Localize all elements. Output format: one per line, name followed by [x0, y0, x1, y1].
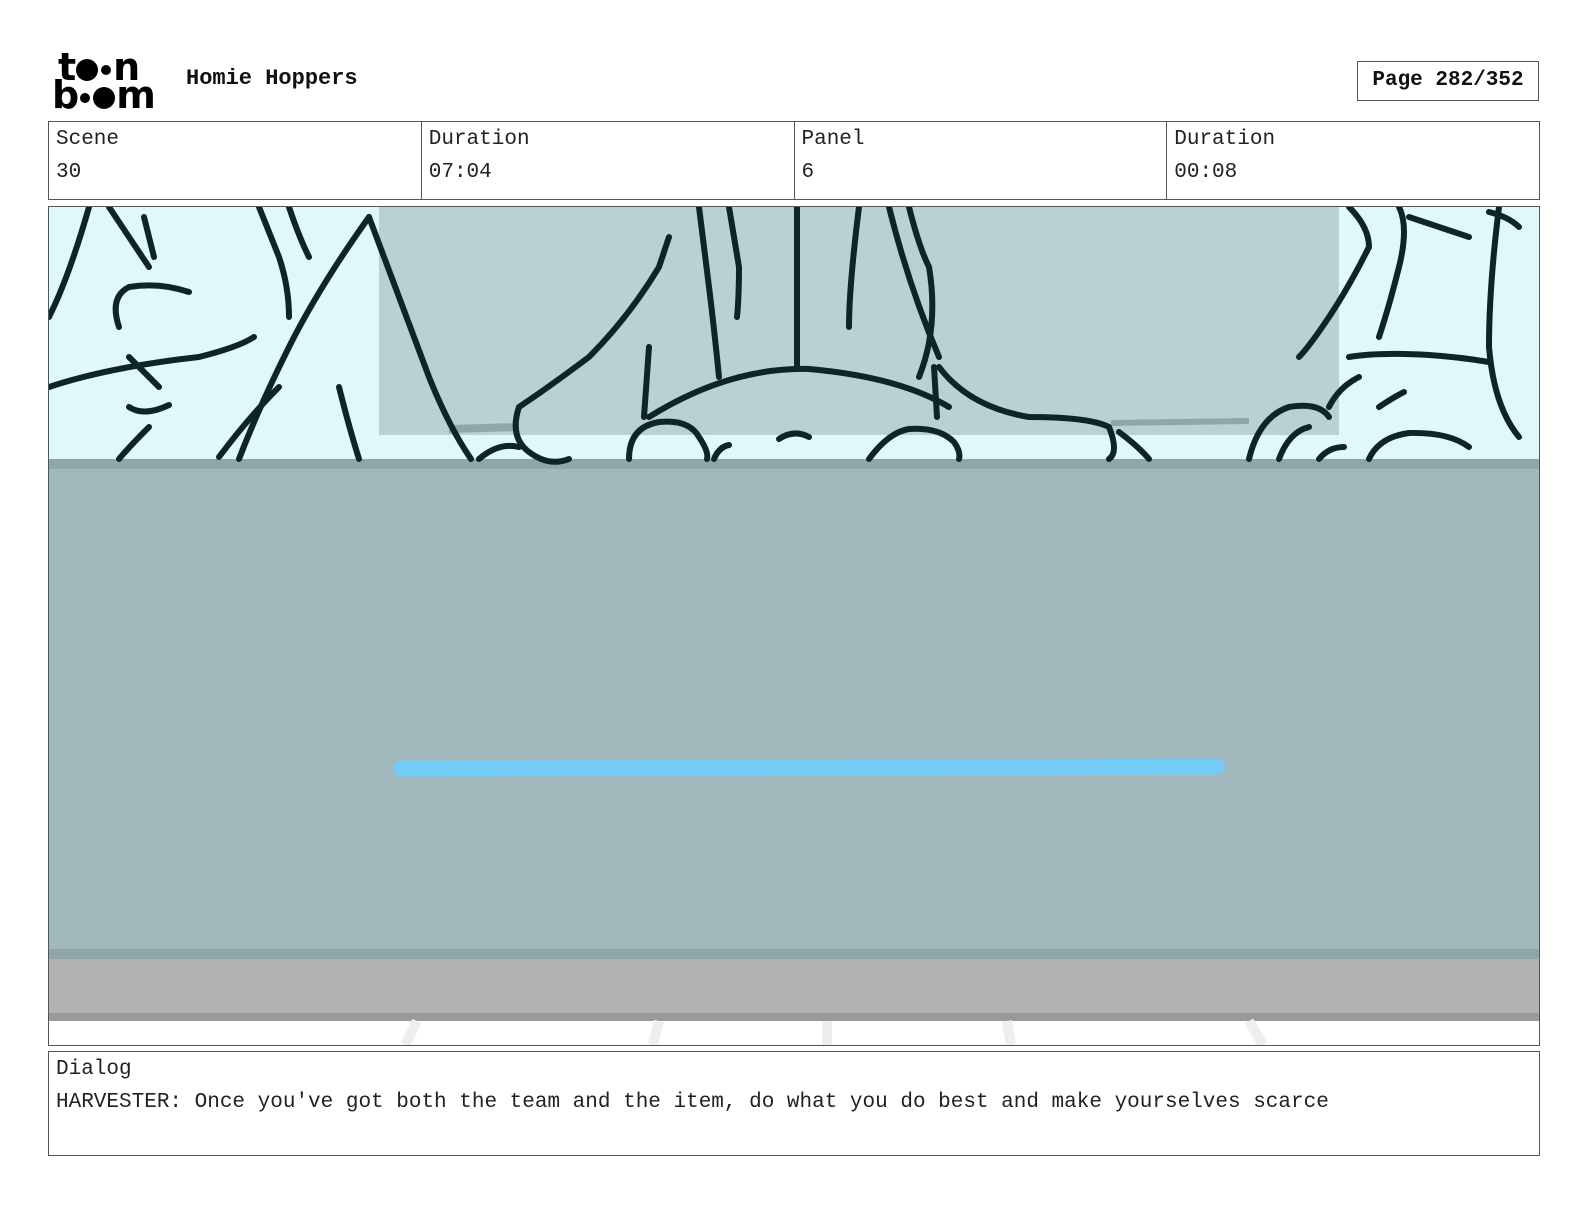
floor-leg-2 — [648, 1019, 664, 1045]
dialog-text: HARVESTER: Once you've got both the team… — [56, 1091, 1329, 1114]
project-title: Homie Hoppers — [186, 66, 358, 91]
counter-top — [49, 459, 1539, 959]
floor-leg-4 — [1002, 1020, 1016, 1045]
scene-info-table: Scene 30 Duration 07:04 Panel 6 Duration… — [48, 121, 1540, 200]
panel-label: Panel — [801, 128, 865, 151]
scene-duration-cell: Duration 07:04 — [422, 122, 795, 199]
floor-edge — [49, 1013, 1539, 1021]
counter-bottom-edge — [49, 949, 1539, 959]
storyboard-panel — [48, 206, 1540, 1046]
panel-cell: Panel 6 — [795, 122, 1168, 199]
blue-highlight — [393, 759, 1225, 777]
panel-value: 6 — [801, 161, 815, 184]
counter-top-edge — [49, 459, 1539, 469]
logo-bottom-row: bm — [52, 73, 156, 117]
dialog-box: Dialog HARVESTER: Once you've got both t… — [48, 1051, 1540, 1156]
panel-duration-value: 00:08 — [1174, 161, 1238, 184]
dialog-label: Dialog — [56, 1058, 132, 1081]
scene-cell: Scene 30 — [49, 122, 422, 199]
floor-leg-5 — [1244, 1018, 1268, 1045]
scene-label: Scene — [56, 128, 120, 151]
panel-duration-cell: Duration 00:08 — [1167, 122, 1539, 199]
toonboom-logo: tn bm — [52, 48, 164, 117]
floor-leg-1 — [400, 1018, 422, 1045]
floor — [49, 959, 1539, 1019]
scene-duration-label: Duration — [428, 128, 530, 151]
backdrop-rail-left — [448, 423, 520, 433]
panel-drawing — [49, 207, 1539, 1045]
center-character-line-16 — [931, 364, 940, 420]
panel-duration-label: Duration — [1174, 128, 1276, 151]
page-indicator: Page 282/352 — [1357, 61, 1539, 101]
scene-value: 30 — [56, 161, 82, 184]
scene-duration-value: 07:04 — [428, 161, 492, 184]
backdrop-rail-right — [1110, 418, 1250, 426]
